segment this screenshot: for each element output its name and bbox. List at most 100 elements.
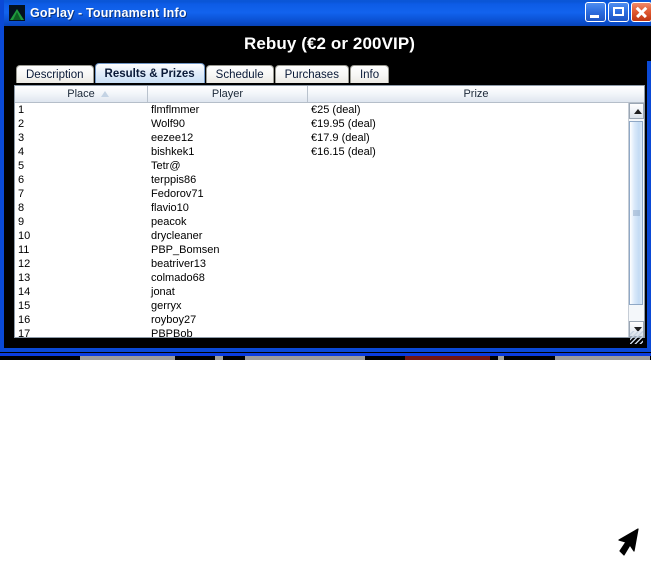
cell-player: eezee12 [151,132,194,144]
cell-place: 14 [18,286,31,298]
cell-player: jonat [151,286,175,298]
table-row[interactable]: 10 drycleaner [15,229,628,243]
table-row[interactable]: 13 colmado68 [15,271,628,285]
screen: GoPlay - Tournament Info Rebuy (€2 or 20… [0,0,651,577]
cell-place: 13 [18,272,31,284]
column-header-place[interactable]: Place [15,86,148,102]
table-row[interactable]: 5 Tetr@ [15,159,628,173]
cell-player: PBPBob [151,328,193,337]
title-bar[interactable]: GoPlay - Tournament Info [4,0,651,26]
cell-player: gerryx [151,300,182,312]
cell-place: 2 [18,118,25,130]
cell-player: flmflmmer [151,104,200,116]
mouse-cursor [618,528,639,556]
cell-place: 5 [18,160,25,172]
tab-purchases[interactable]: Purchases [274,65,349,83]
cell-player: Wolf90 [151,118,186,130]
column-header-prize[interactable]: Prize [308,86,644,102]
cell-place: 16 [18,314,31,326]
cell-player: drycleaner [151,230,203,242]
cell-place: 11 [18,244,30,256]
cell-place: 3 [18,132,25,144]
table-row[interactable]: 11 PBP_Bomsen [15,243,628,257]
vertical-scrollbar[interactable] [628,103,644,337]
cell-prize: €19.95 (deal) [311,118,376,130]
column-header-player[interactable]: Player [148,86,308,102]
tab-description[interactable]: Description [16,65,94,83]
tab-info-label: Info [359,68,380,81]
scrollbar-track[interactable] [629,119,644,321]
cell-prize: €25 (deal) [311,104,361,116]
table-row[interactable]: 2 Wolf90 €19.95 (deal) [15,117,628,131]
scroll-up-arrow-icon [634,109,642,114]
cell-player: colmado68 [151,272,205,284]
table-header-row: Place Player Prize [15,86,644,103]
background-smudge [555,356,650,360]
close-button[interactable] [631,2,651,22]
results-panel: Place Player Prize 1 flmflmmer €25 (deal) 2… [14,85,645,338]
scrollbar-grip-icon [633,210,640,216]
goplay-app-icon [9,5,25,21]
column-header-player-label: Player [211,88,244,100]
background-smudge [245,356,365,360]
cell-player: beatriver13 [151,258,207,270]
tab-info[interactable]: Info [349,65,390,83]
column-header-place-label: Place [67,88,95,100]
cell-place: 8 [18,202,25,214]
table-row[interactable]: 6 terppis86 [15,173,628,187]
tab-bar: Description Results & Prizes Schedule Pu… [16,63,390,83]
window-controls [585,2,651,22]
tournament-info-window: GoPlay - Tournament Info Rebuy (€2 or 20… [0,0,651,352]
minimize-button[interactable] [585,2,606,22]
cell-place: 6 [18,174,25,186]
table-row[interactable]: 15 gerryx [15,299,628,313]
background-smudge [80,356,175,360]
table-row[interactable]: 14 jonat [15,285,628,299]
maximize-button[interactable] [608,2,629,22]
cell-place: 10 [18,230,31,242]
table-row[interactable]: 7 Fedorov71 [15,187,628,201]
table-row[interactable]: 1 flmflmmer €25 (deal) [15,103,628,117]
scroll-up-button[interactable] [629,103,644,119]
cell-place: 15 [18,300,31,312]
cell-player: flavio10 [151,202,189,214]
icon-triangle-inner [13,12,21,20]
background-smudge [215,356,223,360]
cell-place: 4 [18,146,25,158]
table-row[interactable]: 8 flavio10 [15,201,628,215]
tab-results-and-prizes-label: Results & Prizes [104,67,195,80]
cell-place: 17 [18,328,31,337]
table-body: 1 flmflmmer €25 (deal) 2 Wolf90 €19.95 (deal)… [15,103,644,337]
table-row[interactable]: 12 beatriver13 [15,257,628,271]
window-resize-grip[interactable] [630,331,643,344]
cell-place: 1 [18,104,25,116]
window-title: GoPlay - Tournament Info [30,6,187,20]
background-smudge [405,356,490,360]
tab-schedule-label: Schedule [215,68,264,81]
tab-purchases-label: Purchases [284,68,339,81]
table-row[interactable]: 16 royboy27 [15,313,628,327]
cell-player: PBP_Bomsen [151,244,220,256]
cell-place: 12 [18,258,31,270]
cell-player: bishkek1 [151,146,195,158]
cell-player: royboy27 [151,314,197,326]
cell-player: terppis86 [151,174,197,186]
minimize-icon [590,15,599,18]
cell-place: 7 [18,188,25,200]
cell-place: 9 [18,216,25,228]
maximize-icon [613,7,624,16]
scrollbar-thumb[interactable] [629,121,643,305]
background-smudge [498,356,504,360]
table-row[interactable]: 17 PBPBob [15,327,628,337]
tab-description-label: Description [26,68,84,81]
tab-results-and-prizes[interactable]: Results & Prizes [94,63,205,83]
cell-player: Fedorov71 [151,188,204,200]
table-row[interactable]: 3 eezee12 €17.9 (deal) [15,131,628,145]
cell-player: Tetr@ [151,160,181,172]
sort-ascending-icon [101,91,109,97]
table-row[interactable]: 9 peacok [15,215,628,229]
tournament-title: Rebuy (€2 or 200VIP) [8,26,651,61]
table-row[interactable]: 4 bishkek1 €16.15 (deal) [15,145,628,159]
tab-schedule[interactable]: Schedule [205,65,274,83]
cell-player: peacok [151,216,187,228]
